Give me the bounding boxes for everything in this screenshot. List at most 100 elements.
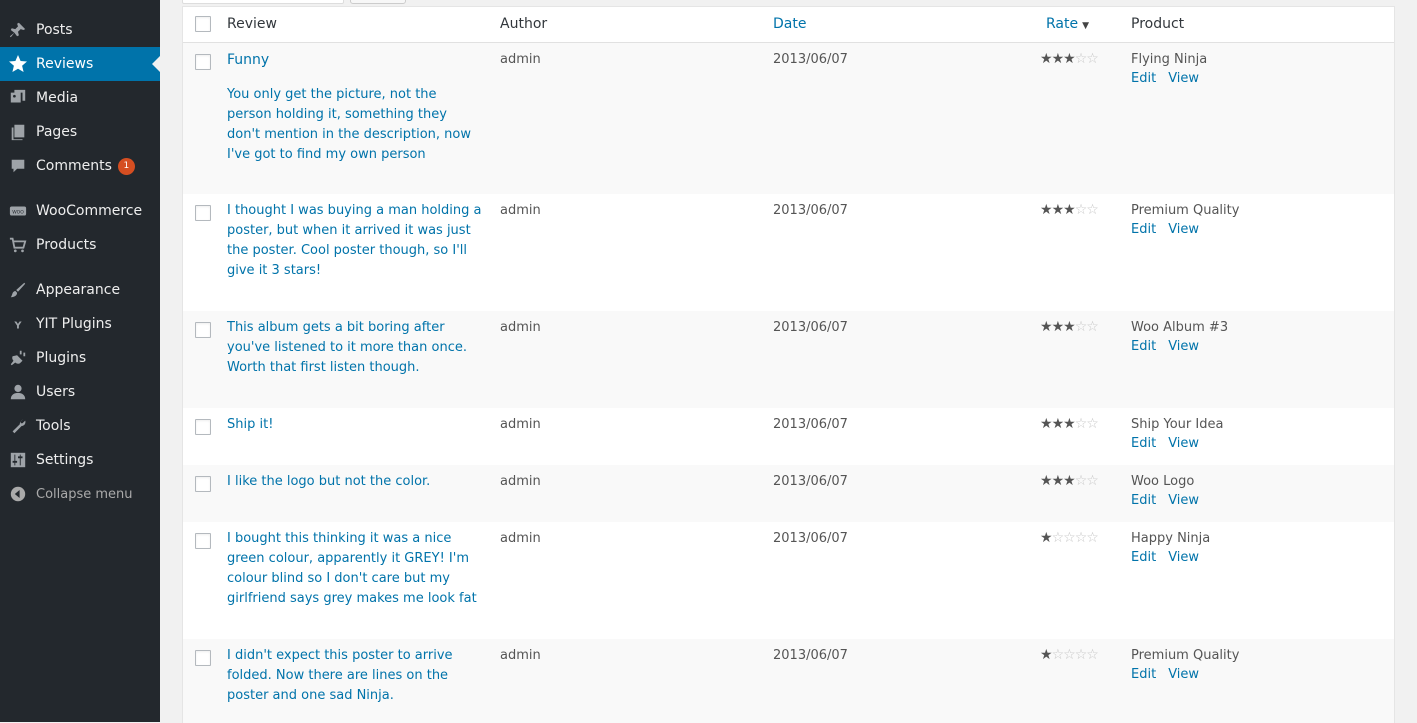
column-rate[interactable]: Rate ▼ [1046, 16, 1089, 32]
view-link[interactable]: View [1168, 550, 1199, 565]
star-filled-icon: ★ [1063, 202, 1076, 218]
table-row: Ship it! admin 2013/06/07 ★★★☆☆ Ship Your Id… [183, 408, 1394, 465]
yit-icon: Y [0, 315, 36, 333]
review-author: admin [500, 417, 541, 432]
sidebar-item-users[interactable]: Users [0, 375, 160, 409]
review-text-link[interactable]: This album gets a bit boring after you'v… [227, 318, 483, 378]
view-link[interactable]: View [1168, 71, 1199, 86]
edit-link[interactable]: Edit [1131, 493, 1156, 508]
star-empty-icon: ☆ [1063, 530, 1076, 546]
star-filled-icon: ★ [1051, 473, 1065, 489]
sidebar-item-settings[interactable]: Settings [0, 443, 160, 477]
table-row: I bought this thinking it was a nice gre… [183, 522, 1394, 639]
sidebar-item-yit-plugins[interactable]: Y YIT Plugins [0, 307, 160, 341]
sidebar-item-label: YIT Plugins [36, 316, 112, 332]
search-button[interactable] [350, 0, 406, 4]
view-link[interactable]: View [1168, 667, 1199, 682]
table-row: This album gets a bit boring after you'v… [183, 311, 1394, 408]
star-empty-icon: ☆ [1074, 530, 1088, 546]
review-date: 2013/06/07 [773, 320, 848, 335]
review-text-link[interactable]: I didn't expect this poster to arrive fo… [227, 646, 483, 706]
collapse-menu-button[interactable]: Collapse menu [0, 477, 160, 511]
star-empty-icon: ☆ [1074, 202, 1088, 218]
table-header: Review Author Date Rate ▼ Product [183, 7, 1394, 43]
review-author: admin [500, 474, 541, 489]
sidebar-item-reviews[interactable]: Reviews [0, 47, 160, 81]
sidebar-item-products[interactable]: Products [0, 228, 160, 262]
edit-link[interactable]: Edit [1131, 222, 1156, 237]
select-all-checkbox[interactable] [195, 16, 211, 32]
search-input[interactable] [182, 0, 344, 4]
row-actions: Edit View [1131, 492, 1211, 510]
row-checkbox[interactable] [195, 650, 211, 666]
svg-text:WOO: WOO [12, 209, 24, 215]
review-text-link[interactable]: I bought this thinking it was a nice gre… [227, 529, 483, 609]
sidebar-item-pages[interactable]: Pages [0, 115, 160, 149]
review-date: 2013/06/07 [773, 203, 848, 218]
star-filled-icon: ★ [1040, 530, 1053, 546]
row-checkbox[interactable] [195, 419, 211, 435]
sidebar-item-woocommerce[interactable]: WOO WooCommerce [0, 194, 160, 228]
review-author: admin [500, 531, 541, 546]
view-link[interactable]: View [1168, 339, 1199, 354]
comment-count-badge: 1 [117, 157, 135, 175]
sidebar-item-comments[interactable]: Comments 1 [0, 149, 160, 183]
pin-icon [0, 21, 36, 39]
sidebar-item-label: Reviews [36, 56, 94, 72]
star-filled-icon: ★ [1063, 319, 1076, 335]
star-filled-icon: ★ [1040, 319, 1053, 335]
star-empty-icon: ☆ [1074, 319, 1088, 335]
row-checkbox[interactable] [195, 205, 211, 221]
edit-link[interactable]: Edit [1131, 667, 1156, 682]
view-link[interactable]: View [1168, 436, 1199, 451]
plug-icon [0, 349, 36, 367]
cart-icon [0, 236, 36, 254]
star-filled-icon: ★ [1051, 416, 1065, 432]
sidebar-item-plugins[interactable]: Plugins [0, 341, 160, 375]
star-filled-icon: ★ [1063, 473, 1076, 489]
star-rating: ★★★☆☆ [1040, 319, 1099, 335]
sidebar-item-media[interactable]: Media [0, 81, 160, 115]
woo-icon: WOO [0, 202, 36, 220]
star-filled-icon: ★ [1040, 51, 1053, 67]
row-checkbox[interactable] [195, 54, 211, 70]
row-checkbox[interactable] [195, 476, 211, 492]
review-text-link[interactable]: Ship it! [227, 415, 483, 435]
review-title-link[interactable]: Funny [227, 50, 269, 70]
star-empty-icon: ☆ [1086, 647, 1099, 663]
star-empty-icon: ☆ [1086, 202, 1099, 218]
star-filled-icon: ★ [1063, 51, 1076, 67]
edit-link[interactable]: Edit [1131, 550, 1156, 565]
table-row: I didn't expect this poster to arrive fo… [183, 639, 1394, 723]
star-rating: ★☆☆☆☆ [1040, 530, 1099, 546]
review-text-link[interactable]: I like the logo but not the color. [227, 472, 483, 492]
sidebar-item-label: Settings [36, 452, 94, 468]
column-date[interactable]: Date [773, 16, 806, 32]
review-text-link[interactable]: You only get the picture, not the person… [227, 85, 483, 165]
table-row: I thought I was buying a man holding a p… [183, 194, 1394, 311]
view-link[interactable]: View [1168, 493, 1199, 508]
sliders-icon [0, 451, 36, 469]
product-name: Ship Your Idea [1131, 417, 1224, 432]
edit-link[interactable]: Edit [1131, 71, 1156, 86]
edit-link[interactable]: Edit [1131, 436, 1156, 451]
star-empty-icon: ☆ [1063, 647, 1076, 663]
edit-link[interactable]: Edit [1131, 339, 1156, 354]
row-actions: Edit View [1131, 435, 1211, 453]
review-date: 2013/06/07 [773, 52, 848, 67]
star-filled-icon: ★ [1040, 416, 1053, 432]
sidebar-item-posts[interactable]: Posts [0, 13, 160, 47]
product-name: Premium Quality [1131, 648, 1240, 663]
sidebar-item-tools[interactable]: Tools [0, 409, 160, 443]
sidebar-item-appearance[interactable]: Appearance [0, 273, 160, 307]
row-checkbox[interactable] [195, 322, 211, 338]
star-rating: ★★★☆☆ [1040, 51, 1099, 67]
view-link[interactable]: View [1168, 222, 1199, 237]
star-empty-icon: ☆ [1086, 51, 1099, 67]
row-actions: Edit View [1131, 338, 1211, 356]
row-checkbox[interactable] [195, 533, 211, 549]
star-empty-icon: ☆ [1074, 51, 1088, 67]
star-filled-icon: ★ [1040, 647, 1053, 663]
review-text-link[interactable]: I thought I was buying a man holding a p… [227, 201, 483, 281]
wrench-icon [0, 417, 36, 435]
